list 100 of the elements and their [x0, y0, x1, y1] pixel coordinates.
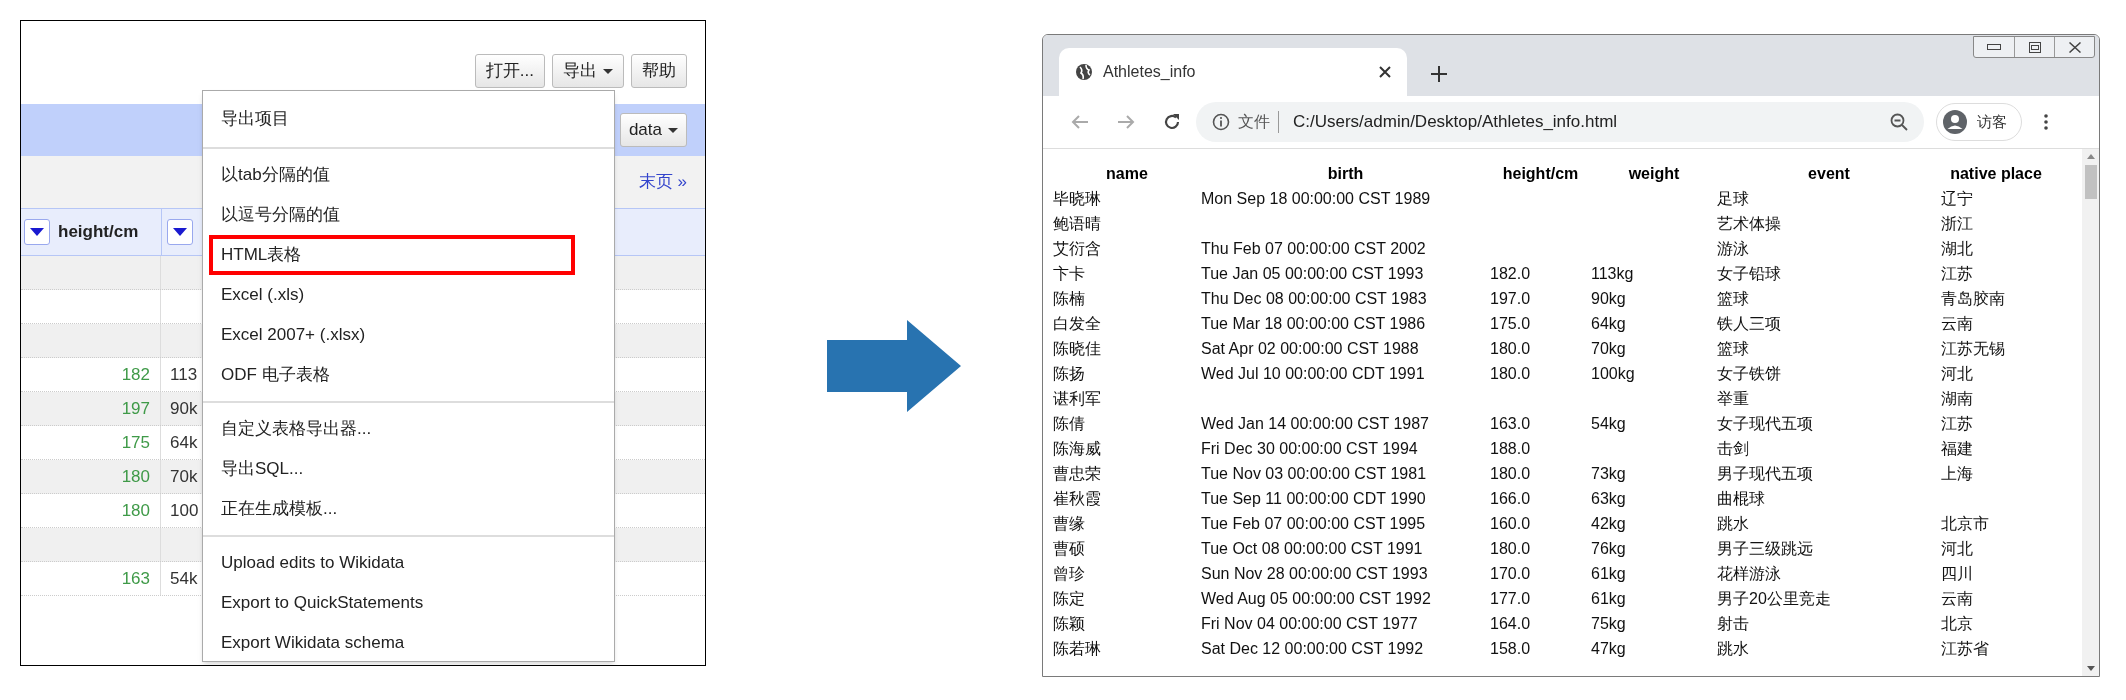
column-menu-button[interactable]: [167, 219, 193, 245]
table-cell: Tue Feb 07 00:00:00 CST 1995: [1201, 514, 1426, 532]
scrollbar-thumb[interactable]: [2084, 165, 2097, 199]
table-cell-text: 100: [170, 499, 199, 522]
table-cell: 曹硕: [1053, 539, 1085, 557]
table-cell: 跳水: [1717, 514, 1749, 532]
globe-icon: [1075, 63, 1093, 81]
menu-item[interactable]: 导出SQL...: [209, 449, 316, 489]
extension-button[interactable]: data: [619, 113, 687, 147]
table-cell: 毕晓琳: [1053, 189, 1101, 207]
toolbar-button[interactable]: 打开...: [474, 54, 545, 88]
table-cell: Wed Jan 14 00:00:00 CST 1987: [1201, 414, 1429, 432]
toolbar-button[interactable]: 导出: [552, 54, 624, 88]
address-bar[interactable]: 文件 C:/Users/admin/Desktop/Athletes_info.html: [1196, 102, 1924, 142]
table-cell: 180.0: [1490, 339, 1531, 357]
table-cell: 云南: [1941, 314, 1973, 332]
info-icon: [1212, 113, 1230, 131]
table-cell: 曹忠荣: [1053, 464, 1101, 482]
menu-item[interactable]: 导出项目: [209, 99, 301, 139]
table-cell: Tue Mar 18 00:00:00 CST 1986: [1201, 314, 1426, 332]
menu-item[interactable]: Export to QuickStatements: [209, 583, 436, 623]
table-cell: Fri Dec 30 00:00:00 CST 1994: [1201, 439, 1418, 457]
table-cell: 166.0: [1490, 489, 1531, 507]
table-cell: 90kg: [1591, 289, 1626, 307]
table-cell: 艾衍含: [1053, 239, 1101, 257]
table-cell: 175.0: [1490, 314, 1531, 332]
table-cell-text: 113: [170, 363, 198, 386]
table-cell: 陈定: [1053, 589, 1085, 607]
table-cell: Wed Jul 10 00:00:00 CDT 1991: [1201, 364, 1425, 382]
table-cell: Fri Nov 04 00:00:00 CST 1977: [1201, 614, 1418, 632]
scrollbar[interactable]: [2082, 149, 2099, 676]
menu-item[interactable]: 以逗号分隔的值: [209, 195, 352, 235]
column-header: native place: [1950, 164, 2042, 182]
table-cell: 54kg: [1591, 414, 1626, 432]
table-cell-text: 64k: [170, 431, 198, 454]
table-cell: 击剑: [1717, 439, 1749, 457]
column-header: height/cm: [58, 221, 140, 244]
table-cell: Tue Sep 11 00:00:00 CDT 1990: [1201, 489, 1426, 507]
table-cell: 陈扬: [1053, 364, 1085, 382]
table-cell-text: 70k: [170, 465, 198, 488]
table-cell: 陈楠: [1053, 289, 1085, 307]
table-cell: 曾珍: [1053, 564, 1085, 582]
menu-item[interactable]: 自定义表格导出器...: [209, 409, 384, 449]
table-cell: 云南: [1941, 589, 1973, 607]
table-cell: 76kg: [1591, 539, 1626, 557]
tab-close-button[interactable]: [1379, 66, 1391, 78]
table-cell: 陈颖: [1053, 614, 1085, 632]
column-header: event: [1808, 164, 1850, 182]
menu-item[interactable]: Export Wikidata schema: [209, 623, 417, 663]
table-cell: Thu Feb 07 00:00:00 CST 2002: [1201, 239, 1426, 257]
table-cell: 63kg: [1591, 489, 1626, 507]
menu-item[interactable]: Excel 2007+ (.xlsx): [209, 315, 378, 355]
maximize-icon: [2028, 41, 2041, 53]
column-header: name: [1106, 164, 1148, 182]
column-menu-button[interactable]: [24, 219, 50, 245]
table-cell: 崔秋霞: [1053, 489, 1101, 507]
avatar-icon: [1943, 110, 1967, 134]
table-cell: 谌利军: [1053, 389, 1101, 407]
table-cell: 180.0: [1490, 539, 1531, 557]
new-tab-button[interactable]: [1431, 66, 1447, 82]
table-cell: Mon Sep 18 00:00:00 CST 1989: [1201, 189, 1431, 207]
table-cell: 61kg: [1591, 589, 1626, 607]
menu-item[interactable]: Excel (.xls): [209, 275, 317, 315]
menu-item[interactable]: ODF 电子表格: [209, 355, 342, 395]
last-page-link[interactable]: 末页 »: [638, 169, 687, 195]
menu-item[interactable]: HTML表格: [209, 235, 575, 275]
table-cell: 男子三级跳远: [1717, 539, 1813, 557]
minimize-icon: [1987, 44, 2001, 50]
browser-tab[interactable]: Athletes_info: [1059, 48, 1407, 96]
table-cell: 陈晓佳: [1053, 339, 1101, 357]
table-cell: Sun Nov 28 00:00:00 CST 1993: [1201, 564, 1428, 582]
table-cell: 47kg: [1591, 639, 1626, 657]
table-cell: Wed Aug 05 00:00:00 CST 1992: [1201, 589, 1431, 607]
menu-item[interactable]: 正在生成模板...: [209, 489, 350, 529]
table-cell: 河北: [1941, 364, 1973, 382]
caret-icon: [173, 228, 187, 236]
table-cell: 197.0: [1490, 289, 1531, 307]
table-cell: 足球: [1717, 189, 1749, 207]
menu-item[interactable]: 以tab分隔的值: [209, 155, 342, 195]
table-cell: 113kg: [1591, 264, 1634, 282]
menu-item[interactable]: Upload edits to Wikidata: [209, 543, 417, 583]
table-cell: 女子铁饼: [1717, 364, 1781, 382]
table-cell: 64kg: [1591, 314, 1626, 332]
table-cell: 177.0: [1490, 589, 1531, 607]
table-cell: 艺术体操: [1717, 214, 1781, 232]
table-cell: 163.0: [1490, 414, 1531, 432]
table-cell: 70kg: [1591, 339, 1626, 357]
table-cell: 100kg: [1591, 364, 1635, 382]
table-cell: 江苏: [1941, 414, 1973, 432]
table-cell: 170.0: [1490, 564, 1531, 582]
table-cell: 164.0: [1490, 614, 1531, 632]
reload-button[interactable]: [1162, 112, 1182, 132]
table-cell: 陈倩: [1053, 414, 1085, 432]
table-cell: 61kg: [1591, 564, 1626, 582]
table-cell: 陈若琳: [1053, 639, 1101, 657]
toolbar-button[interactable]: 帮助: [631, 54, 687, 88]
table-cell: 180.0: [1490, 364, 1531, 382]
table-cell: 青岛胶南: [1941, 289, 2005, 307]
table-cell: 160.0: [1490, 514, 1531, 532]
zoom-button[interactable]: [1890, 113, 1908, 131]
